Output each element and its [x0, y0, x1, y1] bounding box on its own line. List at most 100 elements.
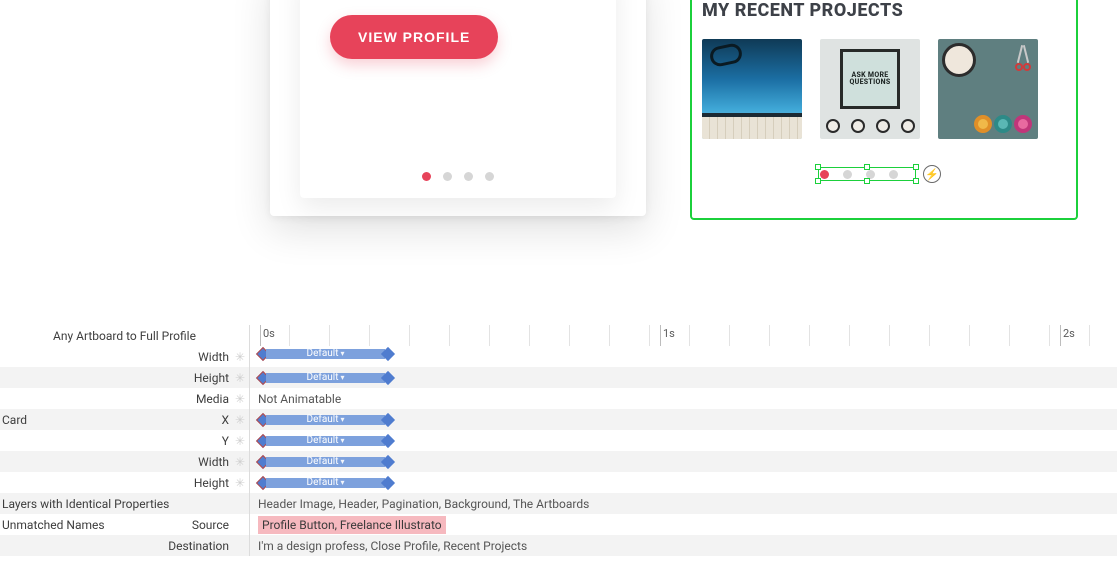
- snowflake-icon[interactable]: ✳: [235, 372, 245, 384]
- track-bar[interactable]: Default: [266, 436, 385, 446]
- track-label: Default: [307, 372, 345, 383]
- poster-frame: ASK MORE QUESTIONS: [840, 49, 900, 109]
- timeline-row-left: Card X ✳: [0, 409, 250, 430]
- project-thumb-2[interactable]: ASK MORE QUESTIONS: [820, 39, 920, 139]
- decor-scissors: [1013, 45, 1033, 71]
- decor-clock: [942, 43, 976, 77]
- decor-tape: [1014, 115, 1032, 133]
- animation-track[interactable]: Default: [258, 371, 393, 385]
- resize-handle[interactable]: [815, 178, 821, 184]
- timeline-row-value-highlight: Profile Button, Freelance Illustrato: [258, 516, 446, 534]
- timeline-row-left: Y✳: [0, 430, 250, 451]
- recent-projects-artboard[interactable]: MY RECENT PROJECTS ASK MORE QUESTIONS: [690, 0, 1078, 220]
- resize-handle[interactable]: [815, 164, 821, 170]
- timeline-title: Any Artboard to Full Profile: [53, 329, 196, 343]
- timeline-row-right[interactable]: Default: [250, 430, 1117, 451]
- timeline-row-right[interactable]: Profile Button, Freelance Illustrato: [250, 514, 1117, 535]
- track-bar[interactable]: Default: [266, 349, 385, 359]
- timeline-row-label-b: Y: [222, 434, 229, 448]
- timeline-row[interactable]: Y✳Default: [0, 430, 1117, 451]
- animation-track[interactable]: Default: [258, 413, 393, 427]
- animation-track[interactable]: Default: [258, 434, 393, 448]
- design-canvas[interactable]: Previously at Woosh. VIEW PROFILE MY REC…: [0, 0, 1117, 325]
- timeline-panel[interactable]: Any Artboard to Full Profile 0s 1s 2s Wi…: [0, 325, 1117, 570]
- poster-text: ASK MORE QUESTIONS: [843, 72, 897, 87]
- timeline-row-right[interactable]: Default: [250, 472, 1117, 493]
- ruler-mark: 1s: [663, 327, 675, 340]
- snowflake-icon[interactable]: ✳: [235, 456, 245, 468]
- timeline-row[interactable]: Layers with Identical Properties Header I…: [0, 493, 1117, 514]
- timeline-row[interactable]: Height✳ Default: [0, 472, 1117, 493]
- track-bar[interactable]: Default: [266, 457, 385, 467]
- lightning-icon[interactable]: ⚡: [923, 165, 941, 183]
- animation-track[interactable]: Default: [258, 455, 393, 469]
- snowflake-icon[interactable]: ✳: [235, 393, 245, 405]
- animation-track[interactable]: Default: [258, 347, 393, 361]
- track-label: Default: [307, 414, 345, 425]
- pagination-dot[interactable]: [464, 172, 473, 181]
- timeline-row-right[interactable]: Default: [250, 346, 1117, 367]
- snowflake-icon[interactable]: ✳: [235, 414, 245, 426]
- timeline-row-label-a: Card: [2, 413, 27, 427]
- timeline-row-label-b: Destination: [168, 539, 229, 553]
- left-pagination[interactable]: [270, 172, 646, 181]
- snowflake-icon[interactable]: ✳: [235, 435, 245, 447]
- resize-handle[interactable]: [864, 178, 870, 184]
- profile-card-outer: Previously at Woosh. VIEW PROFILE: [270, 0, 646, 216]
- track-label: Default: [307, 477, 345, 488]
- timeline-row-right[interactable]: Default: [250, 409, 1117, 430]
- timeline-row-value: Not Animatable: [258, 392, 341, 406]
- resize-handle[interactable]: [913, 164, 919, 170]
- timeline-row-label-a: Layers with Identical Properties: [2, 497, 169, 511]
- pagination-dot[interactable]: [485, 172, 494, 181]
- timeline-row-left: Height✳: [0, 472, 250, 493]
- track-label: Default: [307, 435, 345, 446]
- project-thumb-3[interactable]: [938, 39, 1038, 139]
- decor-clocks: [820, 113, 920, 133]
- timeline-row[interactable]: Height ✳ Default: [0, 367, 1117, 388]
- snowflake-icon[interactable]: ✳: [235, 351, 245, 363]
- timeline-title-cell: Any Artboard to Full Profile: [0, 325, 250, 346]
- timeline-row-label-b: Height: [194, 371, 229, 385]
- view-profile-button[interactable]: VIEW PROFILE: [330, 15, 498, 59]
- track-bar[interactable]: Default: [266, 373, 385, 383]
- timeline-row-right[interactable]: Default: [250, 367, 1117, 388]
- recent-projects-title: MY RECENT PROJECTS: [702, 0, 1066, 21]
- timeline-row-right[interactable]: Not Animatable: [250, 388, 1117, 409]
- track-label: Default: [307, 456, 345, 467]
- timeline-row-label-b: Width: [198, 350, 229, 364]
- timeline-row-label-b: X: [221, 413, 229, 427]
- animation-track[interactable]: Default: [258, 476, 393, 490]
- timeline-row-left: Height ✳: [0, 367, 250, 388]
- timeline-row-value: I'm a design profess, Close Profile, Rec…: [258, 539, 527, 553]
- timeline-row-label-a: Unmatched Names: [2, 518, 105, 532]
- pagination-dot[interactable]: [443, 172, 452, 181]
- timeline-row-left: Media✳: [0, 388, 250, 409]
- track-bar[interactable]: Default: [266, 478, 385, 488]
- timeline-row[interactable]: Card X ✳ Default: [0, 409, 1117, 430]
- ruler-mark: 2s: [1063, 327, 1075, 340]
- decor-tape: [974, 115, 992, 133]
- timeline-row-left: Layers with Identical Properties: [0, 493, 250, 514]
- timeline-row[interactable]: Width✳Default: [0, 451, 1117, 472]
- timeline-row[interactable]: Destination I'm a design profess, Close P…: [0, 535, 1117, 556]
- timeline-ruler[interactable]: 0s 1s 2s: [250, 325, 1117, 346]
- timeline-row-right[interactable]: Header Image, Header, Pagination, Backgr…: [250, 493, 1117, 514]
- resize-handle[interactable]: [864, 164, 870, 170]
- pagination-dot[interactable]: [422, 172, 431, 181]
- selection-box[interactable]: ⚡: [818, 167, 916, 181]
- timeline-row[interactable]: Unmatched NamesSource Profile Button, Fre…: [0, 514, 1117, 535]
- timeline-row[interactable]: Media✳ Not Animatable: [0, 388, 1117, 409]
- project-thumb-1[interactable]: [702, 39, 802, 139]
- profile-card: Previously at Woosh. VIEW PROFILE: [300, 0, 616, 198]
- timeline-row[interactable]: Width ✳ Default: [0, 346, 1117, 367]
- decor-tape: [994, 115, 1012, 133]
- project-thumbnails: ASK MORE QUESTIONS: [702, 39, 1066, 139]
- timeline-row-right[interactable]: I'm a design profess, Close Profile, Rec…: [250, 535, 1117, 556]
- snowflake-icon[interactable]: ✳: [235, 477, 245, 489]
- timeline-row-right[interactable]: Default: [250, 451, 1117, 472]
- recent-projects-inner: MY RECENT PROJECTS ASK MORE QUESTIONS: [702, 0, 1066, 208]
- timeline-row-left: Unmatched NamesSource: [0, 514, 250, 535]
- track-bar[interactable]: Default: [266, 415, 385, 425]
- resize-handle[interactable]: [913, 178, 919, 184]
